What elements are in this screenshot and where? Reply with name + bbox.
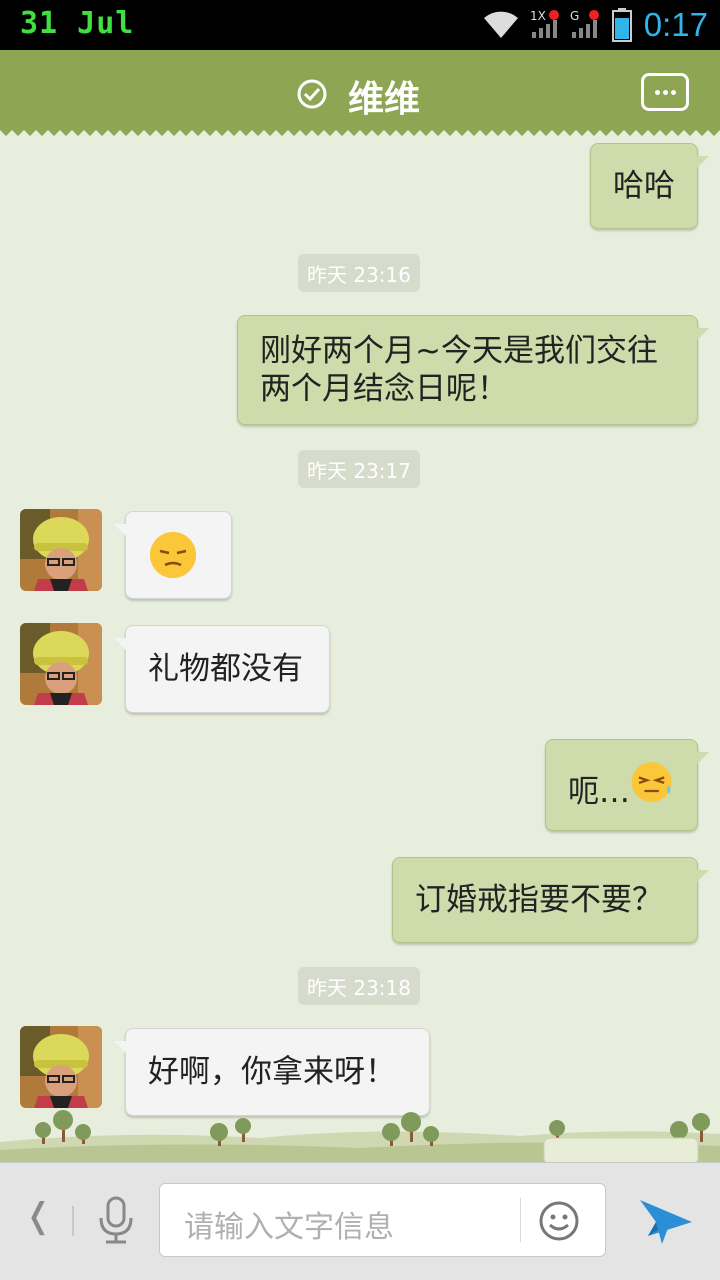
contact-avatar[interactable] bbox=[20, 623, 102, 705]
more-dot bbox=[663, 90, 668, 95]
frustrated-face-emoji-icon bbox=[150, 532, 196, 578]
network-2-label: G bbox=[570, 9, 579, 23]
network-1-label: 1X bbox=[530, 9, 546, 23]
battery-icon bbox=[612, 8, 632, 42]
message-bubble-outgoing[interactable]: 呃… bbox=[545, 739, 709, 831]
message-timestamp: 昨天 23:17 bbox=[298, 450, 420, 488]
message-text: 礼物都没有 bbox=[148, 651, 303, 687]
message-timestamp: 昨天 23:18 bbox=[298, 967, 420, 1005]
contact-name: 维维 bbox=[348, 79, 421, 120]
cell-signal-g-icon: G bbox=[570, 9, 599, 38]
message-text: 呃… bbox=[568, 774, 630, 810]
cell-signal-1x-icon: 1X bbox=[530, 9, 559, 38]
contact-avatar[interactable] bbox=[20, 1026, 102, 1108]
message-bubble-outgoing[interactable]: 刚好两个月~今天是我们交往 两个月结念日呢！ bbox=[237, 315, 709, 425]
sweat-face-emoji-icon bbox=[631, 762, 672, 802]
contact-avatar[interactable] bbox=[20, 509, 102, 591]
message-bubble-incoming[interactable]: 好啊，你拿来呀！ bbox=[114, 1028, 430, 1116]
more-dot bbox=[671, 90, 676, 95]
microphone-icon[interactable] bbox=[96, 1196, 136, 1246]
message-text: 订婚戒指要不要？ bbox=[415, 882, 663, 918]
message-text: 好啊，你拿来呀！ bbox=[148, 1054, 396, 1090]
landscape-decoration bbox=[0, 1110, 720, 1164]
header-zigzag-edge bbox=[0, 128, 720, 136]
wifi-icon bbox=[484, 11, 518, 38]
emoji-smiley-icon[interactable] bbox=[538, 1200, 580, 1242]
more-options-button[interactable] bbox=[641, 73, 689, 111]
status-bar: 31 Jul 1X G 0:17 bbox=[0, 0, 720, 50]
message-bubble-outgoing[interactable]: 订婚戒指要不要？ bbox=[392, 857, 709, 943]
status-date: 31 Jul bbox=[20, 6, 135, 41]
message-bubble-outgoing[interactable]: 哈哈 bbox=[590, 143, 709, 229]
status-time: 0:17 bbox=[643, 6, 708, 43]
input-separator bbox=[520, 1198, 521, 1242]
message-bubble-incoming[interactable] bbox=[114, 511, 232, 599]
send-icon[interactable] bbox=[638, 1194, 694, 1246]
verified-check-icon bbox=[297, 79, 327, 109]
message-bubble-incoming[interactable]: 礼物都没有 bbox=[114, 625, 330, 713]
message-input-placeholder: 请输入文字信息 bbox=[184, 1210, 394, 1245]
more-dot bbox=[655, 90, 660, 95]
message-text-line: 刚好两个月~今天是我们交往 bbox=[260, 333, 658, 369]
message-text: 哈哈 bbox=[613, 168, 675, 204]
back-chevron-button[interactable]: ❬ bbox=[24, 1196, 53, 1236]
message-timestamp: 昨天 23:16 bbox=[298, 254, 420, 292]
input-divider bbox=[72, 1206, 74, 1236]
message-text-line: 两个月结念日呢！ bbox=[260, 371, 508, 407]
